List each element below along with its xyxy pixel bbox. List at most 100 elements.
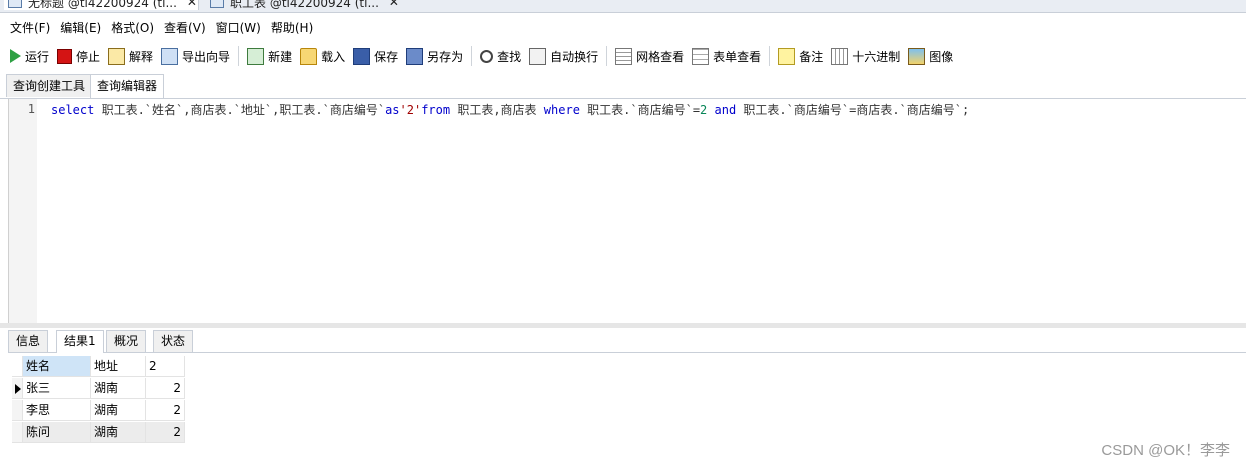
sql-code-line: select 职工表.`姓名`,商店表.`地址`,职工表.`商店编号`as'2'… <box>51 101 969 118</box>
close-icon[interactable]: ✕ <box>187 0 197 9</box>
new-query-icon <box>247 47 265 65</box>
export-label: 导出向导 <box>182 49 231 64</box>
table-cell[interactable]: 湖南 <box>91 422 146 443</box>
row-selector[interactable] <box>12 378 23 399</box>
column-header[interactable]: 姓名 <box>23 356 91 377</box>
image-icon <box>908 47 926 65</box>
memo-label: 备注 <box>799 49 824 64</box>
table-cell[interactable]: 2 <box>146 422 185 443</box>
table-cell[interactable]: 湖南 <box>91 378 146 399</box>
table-row[interactable]: 张三 湖南 2 <box>12 378 185 400</box>
table-row[interactable]: 陈问 湖南 2 <box>12 422 185 444</box>
toolbar-divider <box>769 46 771 66</box>
run-button[interactable]: 运行 <box>8 48 49 65</box>
table-cell[interactable]: 2 <box>146 400 185 421</box>
doc-tab-label: 职工表 @tl42200924 (tl... <box>230 0 379 10</box>
tab-overview[interactable]: 概况 <box>106 330 147 352</box>
tab-query-editor[interactable]: 查询编辑器 <box>90 74 165 98</box>
stop-label: 停止 <box>76 49 101 64</box>
find-button[interactable]: 查找 <box>480 48 521 65</box>
form-view-button[interactable]: 表单查看 <box>692 47 762 65</box>
sql-string: '2' <box>399 103 422 117</box>
sql-keyword: where <box>543 103 580 117</box>
hex-button[interactable]: 十六进制 <box>831 47 900 65</box>
row-selector[interactable] <box>12 422 23 443</box>
save-button[interactable]: 保存 <box>353 47 399 65</box>
folder-icon <box>300 47 318 65</box>
menu-file[interactable]: 文件(F) <box>10 19 50 36</box>
search-icon <box>480 49 494 63</box>
form-view-label: 表单查看 <box>713 49 762 64</box>
column-header[interactable]: 2 <box>146 356 185 377</box>
query-icon <box>8 0 22 8</box>
row-selector-header <box>12 356 23 377</box>
sql-editor[interactable]: 1 select 职工表.`姓名`,商店表.`地址`,职工表.`商店编号`as'… <box>8 99 1246 323</box>
document-tab-strip: 无标题 @tl42200924 (tl... ✕ 职工表 @tl42200924… <box>0 0 1246 13</box>
menu-edit[interactable]: 编辑(E) <box>60 19 101 36</box>
sql-keyword: and <box>714 103 737 117</box>
menu-view[interactable]: 查看(V) <box>164 19 206 36</box>
stop-icon <box>57 48 73 64</box>
tab-result1[interactable]: 结果1 <box>56 330 104 353</box>
doc-tab-employee-table[interactable]: 职工表 @tl42200924 (tl... ✕ <box>206 0 400 10</box>
load-label: 载入 <box>321 49 346 64</box>
line-number: 1 <box>27 102 35 116</box>
run-label: 运行 <box>25 49 50 64</box>
query-tab-bar: 查询创建工具 查询编辑器 <box>0 72 1246 99</box>
menu-help[interactable]: 帮助(H) <box>271 19 313 36</box>
explain-label: 解释 <box>129 49 154 64</box>
new-label: 新建 <box>268 49 293 64</box>
new-button[interactable]: 新建 <box>247 47 293 65</box>
sql-keyword: select <box>51 103 95 117</box>
menu-window[interactable]: 窗口(W) <box>216 19 261 36</box>
table-icon <box>210 0 224 8</box>
tab-query-builder[interactable]: 查询创建工具 <box>6 74 93 97</box>
doc-tab-label: 无标题 @tl42200924 (tl... <box>28 0 177 10</box>
doc-tab-untitled[interactable]: 无标题 @tl42200924 (tl... ✕ <box>4 0 199 10</box>
save-as-icon <box>406 47 424 65</box>
close-icon[interactable]: ✕ <box>389 0 399 9</box>
table-cell[interactable]: 湖南 <box>91 400 146 421</box>
row-selector[interactable] <box>12 400 23 421</box>
current-row-icon <box>15 384 21 394</box>
image-label: 图像 <box>929 49 954 64</box>
export-wizard-button[interactable]: 导出向导 <box>161 47 231 65</box>
column-header[interactable]: 地址 <box>91 356 146 377</box>
word-wrap-button[interactable]: 自动换行 <box>529 47 599 65</box>
grid-view-label: 网格查看 <box>636 49 685 64</box>
export-icon <box>161 47 179 65</box>
table-row[interactable]: 李思 湖南 2 <box>12 400 185 422</box>
table-cell[interactable]: 李思 <box>23 400 91 421</box>
sql-text: 职工表.`商店编号`=商店表.`商店编号`; <box>736 103 970 117</box>
result-tab-bar: 信息 结果1 概况 状态 <box>8 328 1246 353</box>
table-cell[interactable]: 2 <box>146 378 185 399</box>
memo-icon <box>778 47 796 65</box>
tab-status[interactable]: 状态 <box>153 330 194 352</box>
table-cell[interactable]: 陈问 <box>23 422 91 443</box>
menu-bar: 文件(F) 编辑(E) 格式(O) 查看(V) 窗口(W) 帮助(H) <box>0 14 1246 40</box>
save-label: 保存 <box>374 49 399 64</box>
word-wrap-icon <box>529 47 547 65</box>
table-cell[interactable]: 张三 <box>23 378 91 399</box>
grid-icon <box>615 47 633 65</box>
find-label: 查找 <box>497 49 522 64</box>
play-icon <box>10 49 21 63</box>
save-icon <box>353 47 371 65</box>
stop-button[interactable]: 停止 <box>57 48 100 65</box>
explain-button[interactable]: 解释 <box>108 47 154 65</box>
word-wrap-label: 自动换行 <box>550 49 599 64</box>
grid-header-row: 姓名 地址 2 <box>12 356 185 378</box>
grid-view-button[interactable]: 网格查看 <box>615 47 685 65</box>
tab-info[interactable]: 信息 <box>8 330 49 352</box>
load-button[interactable]: 载入 <box>300 47 346 65</box>
image-button[interactable]: 图像 <box>908 47 954 65</box>
menu-format[interactable]: 格式(O) <box>111 19 154 36</box>
watermark: CSDN @OK！李李 <box>1101 442 1230 459</box>
save-as-button[interactable]: 另存为 <box>406 47 463 65</box>
toolbar-divider <box>606 46 608 66</box>
explain-icon <box>108 47 126 65</box>
sql-text: 职工表.`姓名`,商店表.`地址`,职工表.`商店编号` <box>94 103 386 117</box>
memo-button[interactable]: 备注 <box>778 47 824 65</box>
sql-keyword: from <box>421 103 451 117</box>
